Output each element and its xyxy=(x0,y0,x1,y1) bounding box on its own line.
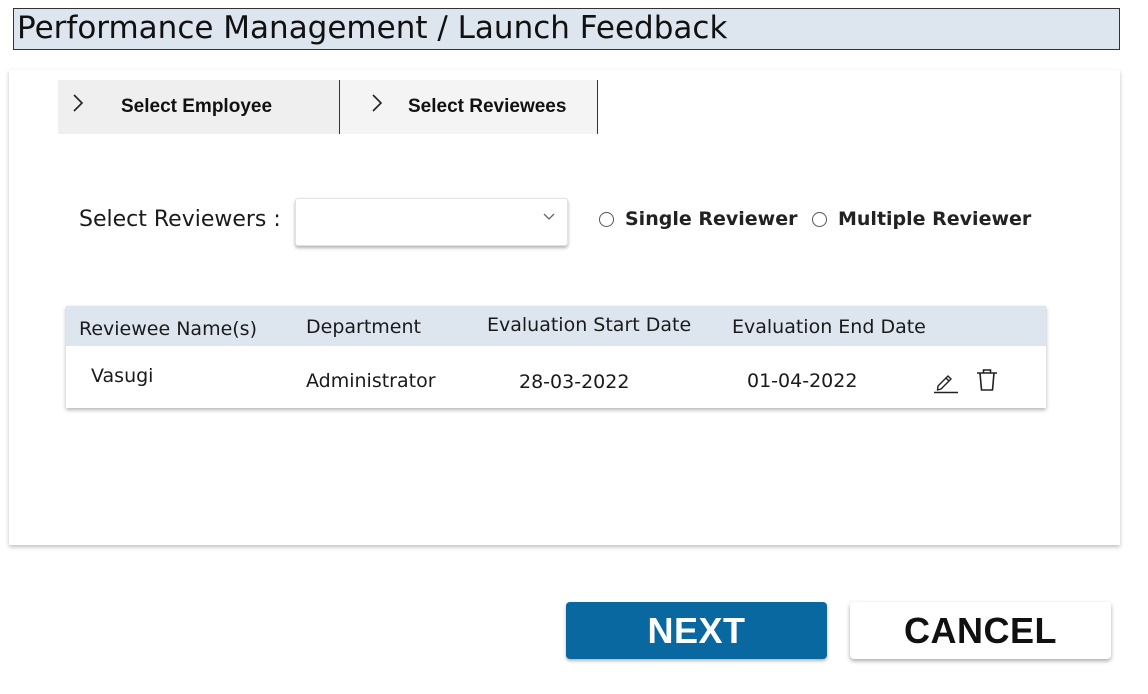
cell-department: Administrator xyxy=(306,370,436,392)
cell-end-date: 01-04-2022 xyxy=(747,370,858,392)
cell-reviewee-name: Vasugi xyxy=(91,365,154,387)
step-select-reviewees[interactable]: Select Reviewees xyxy=(340,80,598,134)
select-reviewers-label: Select Reviewers : xyxy=(79,207,281,232)
step-tabs: Select Employee Select Reviewees xyxy=(58,80,598,134)
chevron-right-icon xyxy=(372,94,383,112)
page: Performance Management / Launch Feedback… xyxy=(0,0,1148,694)
table-row: Vasugi Administrator 28-03-2022 01-04-20… xyxy=(66,346,1046,408)
chevron-down-icon xyxy=(543,213,555,220)
main-card: Select Employee Select Reviewees Select … xyxy=(9,70,1120,545)
cell-start-date: 28-03-2022 xyxy=(519,371,630,393)
reviewees-table: Reviewee Name(s) Department Evaluation S… xyxy=(66,306,1046,408)
column-header-reviewee-name: Reviewee Name(s) xyxy=(79,318,257,340)
column-header-start-date: Evaluation Start Date xyxy=(487,314,692,336)
single-reviewer-radio[interactable]: Single Reviewer xyxy=(599,208,797,230)
radio-circle-icon xyxy=(812,211,827,227)
trash-icon[interactable] xyxy=(974,367,1000,393)
column-header-department: Department xyxy=(306,316,421,338)
step-label: Select Reviewees xyxy=(408,96,567,117)
edit-icon[interactable] xyxy=(932,368,958,394)
radio-label: Single Reviewer xyxy=(625,208,798,230)
radio-label: Multiple Reviewer xyxy=(838,208,1032,230)
next-button[interactable]: NEXT xyxy=(566,602,827,659)
multiple-reviewer-radio[interactable]: Multiple Reviewer xyxy=(812,208,1031,230)
reviewers-dropdown[interactable] xyxy=(295,198,568,246)
column-header-end-date: Evaluation End Date xyxy=(732,316,926,338)
step-label: Select Employee xyxy=(121,96,273,117)
page-title: Performance Management / Launch Feedback xyxy=(13,8,1120,50)
cancel-button[interactable]: CANCEL xyxy=(850,602,1111,659)
table-header: Reviewee Name(s) Department Evaluation S… xyxy=(66,306,1046,346)
radio-circle-icon xyxy=(599,211,614,227)
step-select-employee[interactable]: Select Employee xyxy=(58,80,340,134)
chevron-right-icon xyxy=(73,94,84,112)
